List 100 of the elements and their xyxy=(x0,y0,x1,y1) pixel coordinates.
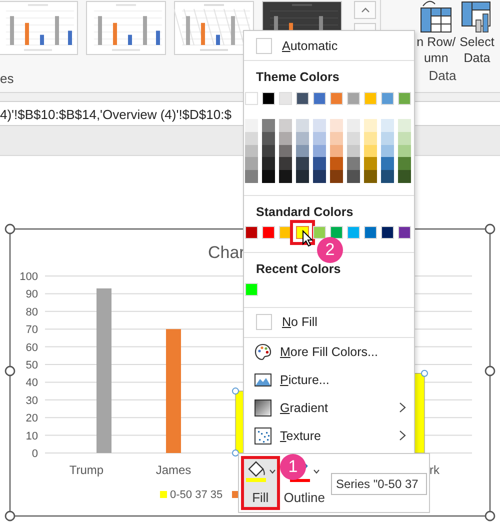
color-swatch[interactable] xyxy=(381,170,394,183)
color-swatch[interactable] xyxy=(347,226,360,240)
menu-item[interactable]: Texture xyxy=(244,422,414,450)
color-swatch[interactable] xyxy=(347,92,360,104)
color-swatch[interactable] xyxy=(381,132,394,145)
color-swatch[interactable] xyxy=(262,170,275,183)
color-swatch[interactable] xyxy=(381,119,394,132)
color-swatch[interactable] xyxy=(364,226,377,240)
color-swatch[interactable] xyxy=(347,144,360,158)
color-swatch[interactable] xyxy=(313,170,326,183)
color-swatch[interactable] xyxy=(296,170,309,183)
select-data-button[interactable]: Select Data xyxy=(458,0,496,66)
color-swatch[interactable] xyxy=(262,157,275,170)
color-swatch[interactable] xyxy=(279,170,292,183)
gradient-icon xyxy=(254,398,272,417)
color-swatch[interactable] xyxy=(364,157,377,170)
color-swatch[interactable] xyxy=(245,226,258,240)
color-swatch[interactable] xyxy=(313,157,326,170)
color-swatch[interactable] xyxy=(296,119,309,132)
color-swatch[interactable] xyxy=(245,157,258,170)
resize-handle[interactable] xyxy=(4,224,16,234)
bar[interactable] xyxy=(96,288,112,453)
selection-handle[interactable] xyxy=(232,450,239,456)
color-swatch[interactable] xyxy=(330,92,343,104)
color-swatch[interactable] xyxy=(347,170,360,183)
color-swatch[interactable] xyxy=(330,170,343,183)
color-swatch[interactable] xyxy=(347,119,360,132)
color-swatch[interactable] xyxy=(279,92,292,104)
color-swatch[interactable] xyxy=(381,226,394,240)
legend-label: 0-50 37 35 xyxy=(170,489,223,501)
resize-handle[interactable] xyxy=(484,224,496,234)
color-swatch[interactable] xyxy=(279,132,292,145)
color-swatch[interactable] xyxy=(296,132,309,145)
color-swatch[interactable] xyxy=(296,144,309,158)
color-swatch[interactable] xyxy=(398,92,411,104)
color-swatch[interactable] xyxy=(245,119,258,132)
caret-up-icon xyxy=(360,7,370,13)
color-swatch[interactable] xyxy=(279,157,292,170)
switch-row-column-button[interactable]: n Row/ umn xyxy=(414,0,458,66)
resize-handle[interactable] xyxy=(484,366,496,376)
color-swatch[interactable] xyxy=(262,119,275,132)
menu-item[interactable]: Picture... xyxy=(244,366,414,394)
fill-button[interactable]: Fill xyxy=(241,456,280,510)
color-swatch[interactable] xyxy=(330,144,343,158)
color-swatch[interactable] xyxy=(364,92,377,104)
resize-handle[interactable] xyxy=(4,366,16,376)
color-swatch[interactable] xyxy=(313,144,326,158)
axis-label: 90 xyxy=(26,288,38,301)
resize-handle[interactable] xyxy=(484,510,496,522)
color-swatch[interactable] xyxy=(262,92,275,104)
color-swatch[interactable] xyxy=(279,119,292,132)
color-swatch[interactable] xyxy=(381,92,394,104)
color-swatch[interactable] xyxy=(398,157,411,170)
color-swatch[interactable] xyxy=(398,144,411,158)
color-swatch[interactable] xyxy=(313,226,326,240)
color-swatch[interactable] xyxy=(364,132,377,145)
color-swatch[interactable] xyxy=(330,132,343,145)
color-swatch[interactable] xyxy=(398,132,411,145)
color-swatch[interactable] xyxy=(313,132,326,145)
color-swatch[interactable] xyxy=(262,144,275,158)
scroll-up-button[interactable] xyxy=(354,1,376,19)
no-fill-option[interactable]: No Fill xyxy=(244,306,414,338)
axis-label: 10 xyxy=(26,430,38,442)
color-swatch[interactable] xyxy=(313,119,326,132)
color-swatch[interactable] xyxy=(245,170,258,183)
chart-style-thumbnail[interactable] xyxy=(86,1,166,55)
color-swatch[interactable] xyxy=(347,157,360,170)
bar[interactable] xyxy=(166,329,181,453)
color-swatch[interactable] xyxy=(381,157,394,170)
color-swatch[interactable] xyxy=(330,119,343,132)
color-swatch[interactable] xyxy=(347,132,360,145)
color-swatch[interactable] xyxy=(262,226,275,240)
chart-style-thumbnail[interactable] xyxy=(0,1,78,55)
color-swatch[interactable] xyxy=(398,170,411,183)
series-dropdown[interactable]: Series "0-50 37 xyxy=(331,473,427,495)
menu-item[interactable]: Gradient xyxy=(244,394,414,422)
color-swatch[interactable] xyxy=(245,144,258,158)
resize-handle[interactable] xyxy=(4,510,16,522)
selection-handle[interactable] xyxy=(421,370,428,377)
color-swatch[interactable] xyxy=(330,226,343,240)
color-swatch[interactable] xyxy=(279,144,292,158)
color-swatch[interactable] xyxy=(296,92,309,104)
color-swatch[interactable] xyxy=(398,226,411,240)
color-swatch[interactable] xyxy=(381,144,394,158)
automatic-option[interactable]: Automatic xyxy=(244,31,414,61)
color-swatch[interactable] xyxy=(245,92,258,104)
color-swatch[interactable] xyxy=(296,157,309,170)
menu-item[interactable]: More Fill Colors... xyxy=(244,338,414,366)
color-swatch[interactable] xyxy=(364,170,377,183)
color-swatch[interactable] xyxy=(364,119,377,132)
color-swatch[interactable] xyxy=(245,283,258,296)
color-swatch[interactable] xyxy=(364,144,377,158)
chart-style-thumbnail[interactable] xyxy=(174,1,254,55)
color-swatch[interactable] xyxy=(313,92,326,104)
color-swatch[interactable] xyxy=(330,157,343,170)
color-swatch[interactable] xyxy=(245,132,258,145)
color-swatch[interactable] xyxy=(398,119,411,132)
color-swatch[interactable] xyxy=(262,132,275,145)
axis-label: 0 xyxy=(32,448,38,460)
selection-handle[interactable] xyxy=(232,388,239,395)
